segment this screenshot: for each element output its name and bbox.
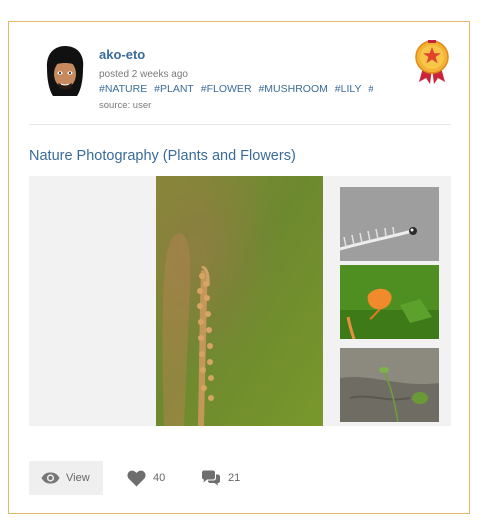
post-title-link[interactable]: Nature Photography (Plants and Flowers) [29,148,296,164]
posted-time: posted 2 weeks ago [99,69,188,80]
main-photo[interactable] [156,176,323,426]
tag-link[interactable]: #C [368,83,373,95]
tag-link[interactable]: #MUSHROOM [258,83,327,95]
heart-icon [127,470,146,486]
tag-list: #NATURE #PLANT #FLOWER #MUSHROOM #LILY #… [99,83,373,97]
like-count: 40 [153,472,166,484]
comment-button[interactable]: 21 [201,461,240,495]
award-medal-icon [415,40,449,84]
comment-count: 21 [228,472,241,484]
tag-link[interactable]: #NATURE [99,83,147,95]
thumbnail-photo-3[interactable] [340,348,439,422]
view-label: View [66,472,90,484]
thumbnail-photo-1[interactable] [340,187,439,261]
like-button[interactable]: 40 [127,461,165,495]
view-button[interactable]: View [29,461,103,495]
eye-icon [41,472,60,484]
post-source: source: user [99,100,152,111]
photo-gallery [29,176,451,426]
thumbnail-photo-2[interactable] [340,265,439,339]
user-avatar[interactable] [44,46,86,98]
comment-bubbles-icon [202,470,220,486]
tag-link[interactable]: #FLOWER [201,83,252,95]
post-card: ako-eto posted 2 weeks ago #NATURE #PLAN… [8,21,470,514]
tag-link[interactable]: #PLANT [154,83,194,95]
header-divider [29,124,451,125]
tag-link[interactable]: #LILY [335,83,362,95]
username-link[interactable]: ako-eto [99,47,145,62]
